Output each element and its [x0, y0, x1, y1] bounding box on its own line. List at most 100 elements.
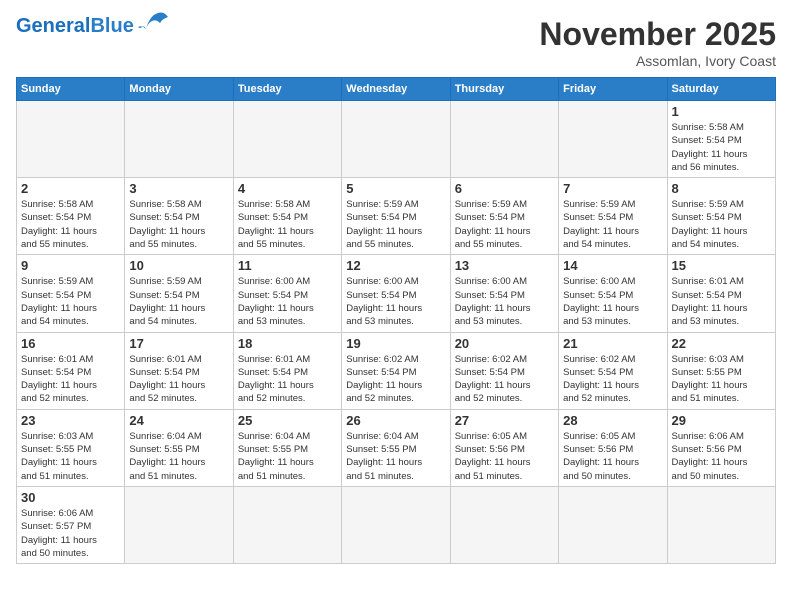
- day-number: 28: [563, 413, 662, 428]
- calendar-week-row: 23 Sunrise: 6:03 AM Sunset: 5:55 PM Dayli…: [17, 409, 776, 486]
- day-info: Sunrise: 6:04 AM Sunset: 5:55 PM Dayligh…: [129, 430, 228, 483]
- location: Assomlan, Ivory Coast: [539, 53, 776, 69]
- calendar-week-row: 2 Sunrise: 5:58 AM Sunset: 5:54 PM Daylig…: [17, 178, 776, 255]
- day-number: 16: [21, 336, 120, 351]
- day-info: Sunrise: 5:58 AM Sunset: 5:54 PM Dayligh…: [672, 121, 771, 174]
- day-number: 10: [129, 258, 228, 273]
- logo-bird-icon: [138, 11, 170, 33]
- table-row: 4 Sunrise: 5:58 AM Sunset: 5:54 PM Daylig…: [233, 178, 341, 255]
- table-row: [342, 486, 450, 563]
- day-info: Sunrise: 6:05 AM Sunset: 5:56 PM Dayligh…: [455, 430, 554, 483]
- table-row: 13Sunrise: 6:00 AM Sunset: 5:54 PM Dayli…: [450, 255, 558, 332]
- table-row: 25 Sunrise: 6:04 AM Sunset: 5:55 PM Dayli…: [233, 409, 341, 486]
- header-wednesday: Wednesday: [342, 78, 450, 101]
- table-row: 21 Sunrise: 6:02 AM Sunset: 5:54 PM Dayli…: [559, 332, 667, 409]
- day-info: Sunrise: 6:06 AM Sunset: 5:57 PM Dayligh…: [21, 507, 120, 560]
- day-info: Sunrise: 5:59 AM Sunset: 5:54 PM Dayligh…: [563, 198, 662, 251]
- day-number: 19: [346, 336, 445, 351]
- table-row: 27Sunrise: 6:05 AM Sunset: 5:56 PM Dayli…: [450, 409, 558, 486]
- header-tuesday: Tuesday: [233, 78, 341, 101]
- table-row: 12 Sunrise: 6:00 AM Sunset: 5:54 PM Dayli…: [342, 255, 450, 332]
- table-row: 26 Sunrise: 6:04 AM Sunset: 5:55 PM Dayli…: [342, 409, 450, 486]
- day-number: 22: [672, 336, 771, 351]
- day-number: 1: [672, 104, 771, 119]
- day-info: Sunrise: 5:58 AM Sunset: 5:54 PM Dayligh…: [238, 198, 337, 251]
- header-friday: Friday: [559, 78, 667, 101]
- day-number: 12: [346, 258, 445, 273]
- month-title: November 2025: [539, 16, 776, 53]
- day-number: 25: [238, 413, 337, 428]
- table-row: [559, 486, 667, 563]
- day-info: Sunrise: 6:01 AM Sunset: 5:54 PM Dayligh…: [238, 353, 337, 406]
- table-row: 29 Sunrise: 6:06 AM Sunset: 5:56 PM Dayli…: [667, 409, 775, 486]
- day-number: 9: [21, 258, 120, 273]
- day-number: 15: [672, 258, 771, 273]
- day-info: Sunrise: 6:06 AM Sunset: 5:56 PM Dayligh…: [672, 430, 771, 483]
- day-info: Sunrise: 6:01 AM Sunset: 5:54 PM Dayligh…: [672, 275, 771, 328]
- day-info: Sunrise: 5:59 AM Sunset: 5:54 PM Dayligh…: [672, 198, 771, 251]
- day-info: Sunrise: 6:00 AM Sunset: 5:54 PM Dayligh…: [563, 275, 662, 328]
- table-row: [450, 101, 558, 178]
- day-number: 14: [563, 258, 662, 273]
- calendar-week-row: 9 Sunrise: 5:59 AM Sunset: 5:54 PM Daylig…: [17, 255, 776, 332]
- day-number: 26: [346, 413, 445, 428]
- day-number: 23: [21, 413, 120, 428]
- table-row: 18Sunrise: 6:01 AM Sunset: 5:54 PM Dayli…: [233, 332, 341, 409]
- table-row: 7 Sunrise: 5:59 AM Sunset: 5:54 PM Daylig…: [559, 178, 667, 255]
- table-row: 9 Sunrise: 5:59 AM Sunset: 5:54 PM Daylig…: [17, 255, 125, 332]
- table-row: 15 Sunrise: 6:01 AM Sunset: 5:54 PM Dayli…: [667, 255, 775, 332]
- table-row: [125, 486, 233, 563]
- table-row: [559, 101, 667, 178]
- day-number: 21: [563, 336, 662, 351]
- table-row: 20Sunrise: 6:02 AM Sunset: 5:54 PM Dayli…: [450, 332, 558, 409]
- day-number: 4: [238, 181, 337, 196]
- day-info: Sunrise: 5:59 AM Sunset: 5:54 PM Dayligh…: [21, 275, 120, 328]
- day-info: Sunrise: 6:04 AM Sunset: 5:55 PM Dayligh…: [238, 430, 337, 483]
- table-row: 6Sunrise: 5:59 AM Sunset: 5:54 PM Daylig…: [450, 178, 558, 255]
- day-info: Sunrise: 5:59 AM Sunset: 5:54 PM Dayligh…: [455, 198, 554, 251]
- table-row: 10Sunrise: 5:59 AM Sunset: 5:54 PM Dayli…: [125, 255, 233, 332]
- day-info: Sunrise: 6:02 AM Sunset: 5:54 PM Dayligh…: [455, 353, 554, 406]
- logo-blue: Blue: [90, 15, 133, 37]
- day-number: 17: [129, 336, 228, 351]
- table-row: 17Sunrise: 6:01 AM Sunset: 5:54 PM Dayli…: [125, 332, 233, 409]
- day-info: Sunrise: 6:00 AM Sunset: 5:54 PM Dayligh…: [346, 275, 445, 328]
- table-row: 2 Sunrise: 5:58 AM Sunset: 5:54 PM Daylig…: [17, 178, 125, 255]
- calendar-week-row: 1 Sunrise: 5:58 AM Sunset: 5:54 PM Daylig…: [17, 101, 776, 178]
- table-row: 3Sunrise: 5:58 AM Sunset: 5:54 PM Daylig…: [125, 178, 233, 255]
- table-row: [667, 486, 775, 563]
- calendar-week-row: 30Sunrise: 6:06 AM Sunset: 5:57 PM Dayli…: [17, 486, 776, 563]
- day-info: Sunrise: 6:03 AM Sunset: 5:55 PM Dayligh…: [672, 353, 771, 406]
- calendar-table: Sunday Monday Tuesday Wednesday Thursday…: [16, 77, 776, 564]
- table-row: 22 Sunrise: 6:03 AM Sunset: 5:55 PM Dayli…: [667, 332, 775, 409]
- header-monday: Monday: [125, 78, 233, 101]
- header-thursday: Thursday: [450, 78, 558, 101]
- table-row: [17, 101, 125, 178]
- table-row: 23 Sunrise: 6:03 AM Sunset: 5:55 PM Dayli…: [17, 409, 125, 486]
- table-row: 30Sunrise: 6:06 AM Sunset: 5:57 PM Dayli…: [17, 486, 125, 563]
- day-info: Sunrise: 5:58 AM Sunset: 5:54 PM Dayligh…: [21, 198, 120, 251]
- header-saturday: Saturday: [667, 78, 775, 101]
- table-row: [342, 101, 450, 178]
- table-row: 1 Sunrise: 5:58 AM Sunset: 5:54 PM Daylig…: [667, 101, 775, 178]
- calendar-header-row: Sunday Monday Tuesday Wednesday Thursday…: [17, 78, 776, 101]
- logo: GeneralBlue: [16, 16, 170, 36]
- table-row: 11Sunrise: 6:00 AM Sunset: 5:54 PM Dayli…: [233, 255, 341, 332]
- day-number: 2: [21, 181, 120, 196]
- day-info: Sunrise: 6:01 AM Sunset: 5:54 PM Dayligh…: [21, 353, 120, 406]
- day-number: 7: [563, 181, 662, 196]
- table-row: [450, 486, 558, 563]
- day-number: 13: [455, 258, 554, 273]
- table-row: 19Sunrise: 6:02 AM Sunset: 5:54 PM Dayli…: [342, 332, 450, 409]
- day-info: Sunrise: 6:04 AM Sunset: 5:55 PM Dayligh…: [346, 430, 445, 483]
- day-info: Sunrise: 6:00 AM Sunset: 5:54 PM Dayligh…: [238, 275, 337, 328]
- day-info: Sunrise: 6:02 AM Sunset: 5:54 PM Dayligh…: [563, 353, 662, 406]
- day-number: 3: [129, 181, 228, 196]
- logo-text: GeneralBlue: [16, 16, 134, 36]
- day-info: Sunrise: 5:59 AM Sunset: 5:54 PM Dayligh…: [346, 198, 445, 251]
- day-info: Sunrise: 6:03 AM Sunset: 5:55 PM Dayligh…: [21, 430, 120, 483]
- day-number: 29: [672, 413, 771, 428]
- table-row: 8Sunrise: 5:59 AM Sunset: 5:54 PM Daylig…: [667, 178, 775, 255]
- table-row: 16 Sunrise: 6:01 AM Sunset: 5:54 PM Dayli…: [17, 332, 125, 409]
- calendar-week-row: 16 Sunrise: 6:01 AM Sunset: 5:54 PM Dayli…: [17, 332, 776, 409]
